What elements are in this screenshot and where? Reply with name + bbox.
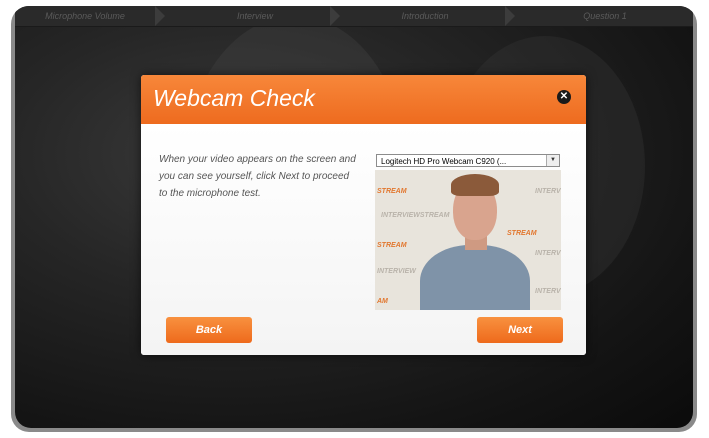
progress-step-microphone-volume: Microphone Volume [45,11,125,21]
video-watermark: STREAM [507,230,537,237]
progress-step-introduction: Introduction [401,11,449,21]
progress-step-interview: Interview [236,11,273,21]
back-button[interactable]: Back [166,317,252,343]
video-watermark: AM [377,298,388,305]
chevron-right-icon [505,6,515,26]
next-button[interactable]: Next [477,317,563,343]
dialog-header: Webcam Check ✕ [141,75,586,124]
video-watermark: INTERVIEW [377,268,416,275]
camera-select[interactable]: Logitech HD Pro Webcam C920 (... ▼ [376,154,560,167]
chevron-down-icon[interactable]: ▼ [546,155,559,166]
chevron-right-icon [155,6,165,26]
webcam-check-dialog: Webcam Check ✕ When your video appears o… [141,75,586,355]
video-watermark: INTERV [535,250,561,257]
progress-bar: Microphone Volume Interview Introduction… [15,6,693,27]
chevron-right-icon [330,6,340,26]
video-watermark: STREAM [377,188,407,195]
webcam-video-preview: STREAM INTERVIEWSTREAM INTERV INTERVIEW … [375,170,561,310]
close-icon[interactable]: ✕ [557,90,571,104]
person-hair [451,174,499,196]
dialog-body: When your video appears on the screen an… [141,124,586,355]
video-watermark: INTERV [535,288,561,295]
person-body [420,245,530,310]
video-watermark: STREAM [377,242,407,249]
camera-select-value: Logitech HD Pro Webcam C920 (... [381,157,507,166]
dialog-title: Webcam Check [153,85,315,111]
instructions-text: When your video appears on the screen an… [159,154,356,199]
video-watermark: INTERV [535,188,561,195]
progress-step-question-1: Question 1 [583,11,627,21]
video-watermark: INTERVIEWSTREAM [381,212,450,219]
